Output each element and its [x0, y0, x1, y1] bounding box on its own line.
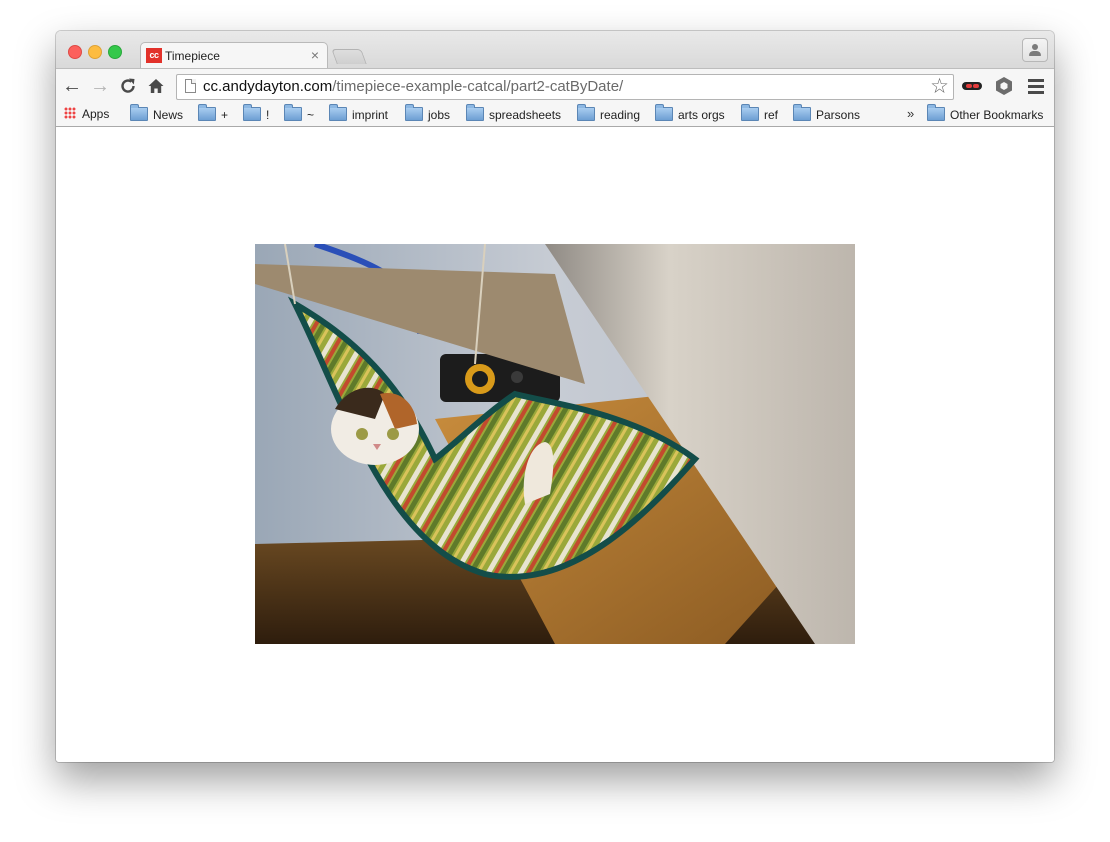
bookmark-folder[interactable]: !	[243, 104, 270, 123]
window-minimize-button[interactable]	[88, 45, 102, 59]
folder-icon	[405, 104, 423, 121]
folder-icon	[466, 104, 484, 121]
bookmark-folder[interactable]: ~	[284, 104, 315, 123]
folder-icon	[130, 104, 148, 121]
new-tab-button[interactable]	[331, 49, 367, 64]
apps-grid-icon	[64, 107, 76, 119]
bookmark-label: jobs	[428, 108, 451, 122]
page-icon	[185, 79, 196, 93]
folder-icon	[655, 104, 673, 121]
ninja-mask-icon[interactable]	[962, 78, 982, 94]
bookmark-folder[interactable]: News	[130, 104, 184, 123]
folder-icon	[793, 104, 811, 121]
back-button[interactable]: ←	[60, 74, 84, 98]
folder-icon	[927, 104, 945, 121]
tab-timepiece[interactable]: cc Timepiece ×	[140, 42, 328, 69]
bookmark-star-icon[interactable]: ☆	[930, 74, 949, 99]
tab-strip: cc Timepiece ×	[56, 31, 1054, 69]
bookmark-label: imprint	[352, 108, 389, 122]
bookmark-folder[interactable]: spreadsheets	[466, 104, 562, 123]
bookmarks-overflow-chevron-icon[interactable]: »	[907, 106, 914, 121]
home-button[interactable]	[144, 74, 168, 98]
folder-icon	[577, 104, 595, 121]
toolbar: ← → cc.andydayton.com/timepiece-example-…	[56, 68, 1054, 104]
bookmark-folder[interactable]: ref	[741, 104, 779, 123]
folder-icon	[198, 104, 216, 121]
window-maximize-button[interactable]	[108, 45, 122, 59]
bookmark-label: News	[153, 108, 184, 122]
folder-icon	[243, 104, 261, 121]
folder-icon	[741, 104, 759, 121]
hamburger-menu-icon[interactable]	[1028, 79, 1044, 97]
bookmark-folder[interactable]: arts orgs	[655, 104, 725, 123]
hexagon-icon[interactable]	[994, 76, 1014, 96]
bookmark-folder[interactable]: Parsons	[793, 104, 861, 123]
bookmark-folder[interactable]: reading	[577, 104, 641, 123]
bookmark-other-bookmarks[interactable]: Other Bookmarks	[927, 104, 1044, 123]
bookmark-label: Apps	[82, 107, 110, 121]
window-close-button[interactable]	[68, 45, 82, 59]
url-host: cc.andydayton.com	[203, 78, 333, 95]
bookmark-folder[interactable]: +	[198, 104, 229, 123]
bookmark-label: arts orgs	[678, 108, 725, 122]
page-content	[56, 127, 1054, 762]
forward-button[interactable]: →	[88, 74, 112, 98]
url-path: /timepiece-example-catcal/part2-catByDat…	[332, 78, 624, 95]
reload-button[interactable]	[116, 74, 140, 98]
bookmark-label: Parsons	[816, 108, 861, 122]
bookmark-label: Other Bookmarks	[950, 108, 1044, 122]
bookmark-label: +	[221, 108, 229, 122]
favicon-icon: cc	[146, 48, 162, 63]
bookmark-folder[interactable]: imprint	[329, 104, 389, 123]
url-text[interactable]: cc.andydayton.com/timepiece-example-catc…	[203, 78, 623, 95]
bookmark-folder[interactable]: jobs	[405, 104, 451, 123]
cat-in-hammock-photo	[255, 244, 855, 644]
bookmark-apps[interactable]: Apps	[64, 107, 109, 123]
bookmarks-bar: Apps News + ! ~ imprint jobs spreadsheet…	[56, 103, 1054, 127]
folder-icon	[284, 104, 302, 121]
bookmark-label: spreadsheets	[489, 108, 562, 122]
tab-title: Timepiece	[165, 49, 220, 63]
bookmark-label: ref	[764, 108, 779, 122]
reload-icon	[121, 78, 135, 93]
profile-button[interactable]	[1022, 38, 1048, 62]
bookmark-label: reading	[600, 108, 641, 122]
tab-close-icon[interactable]: ×	[311, 47, 319, 63]
folder-icon	[329, 104, 347, 121]
address-bar[interactable]: cc.andydayton.com/timepiece-example-catc…	[176, 74, 954, 100]
person-icon	[1032, 44, 1038, 50]
browser-window: cc Timepiece × ← → cc.andydayton.com/tim…	[56, 31, 1054, 762]
home-icon	[148, 79, 164, 93]
bookmark-label: !	[266, 108, 270, 122]
bookmark-label: ~	[307, 108, 315, 122]
